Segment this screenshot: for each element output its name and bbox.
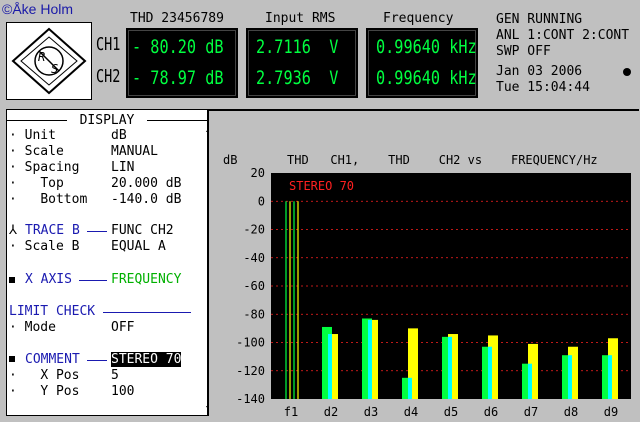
ch2-rms-value: 2.7936 V [256, 67, 339, 89]
frequency-header: Frequency [383, 11, 454, 26]
frequency-display: 0.99640 kHz 0.99640 kHz [366, 28, 478, 98]
setting-top[interactable]: · Top [9, 176, 64, 191]
y-tick-label: 0 [258, 194, 265, 208]
x-axis-label[interactable]: X AXIS [25, 272, 72, 287]
bar-overlap-d5 [448, 336, 452, 399]
setting-bottom-value[interactable]: -140.0 dB [111, 192, 181, 207]
rs-logo: R S [6, 22, 92, 100]
chart-annotation: STEREO 70 [289, 179, 354, 193]
setting-top-value[interactable]: 20.000 dB [111, 176, 181, 191]
bar-overlap-d7 [528, 363, 532, 399]
trace-b-value[interactable]: FUNC CH2 [111, 223, 174, 238]
ch2-freq-value: 0.99640 kHz [376, 67, 477, 89]
x-tick-label: d8 [564, 405, 578, 416]
x-axis-value[interactable]: FREQUENCY [111, 272, 181, 287]
date-display: Jan 03 2006 [496, 64, 583, 79]
limit-check-label[interactable]: LIMIT CHECK [9, 304, 95, 319]
x-tick-label: d5 [444, 405, 458, 416]
ch1-freq-value: 0.99640 kHz [376, 36, 477, 58]
chart-ylabel: dB [223, 153, 237, 167]
ch1-rms-value: 2.7116 V [256, 36, 339, 58]
ch1-thd-value: - 80.20 dB [132, 36, 224, 58]
y-tick-label: -20 [243, 223, 265, 237]
comment-label[interactable]: COMMENT [25, 352, 80, 367]
setting-scale-b[interactable]: · Scale B [9, 239, 79, 254]
setting-xpos[interactable]: · X Pos [9, 368, 79, 383]
x-tick-label: d9 [604, 405, 618, 416]
bar-overlap-d9 [608, 355, 612, 399]
comment-value[interactable]: STEREO 70 [111, 352, 182, 367]
x-tick-label: d2 [324, 405, 338, 416]
y-tick-label: -60 [243, 279, 265, 293]
setting-scale[interactable]: · Scale [9, 144, 64, 159]
y-tick-label: -120 [236, 364, 265, 378]
y-tick-label: 20 [251, 166, 265, 180]
thd-frequency-chart: dB THD CH1, THD CH2 vs FREQUENCY/Hz 20 0 -20… [207, 109, 639, 419]
trace-b-rule [87, 231, 107, 232]
svg-text:R: R [38, 50, 45, 64]
trace-b-label[interactable]: TRACE B [25, 223, 80, 238]
scale-b-value[interactable]: EQUAL A [111, 239, 166, 254]
generator-status: GEN RUNNING [496, 12, 583, 27]
svg-text:S: S [51, 62, 58, 76]
title-rule-left [7, 120, 67, 121]
bar-overlap-d8 [568, 355, 572, 399]
analyzer-status: ANL 1:CONT 2:CONT [496, 28, 630, 43]
x-axis-bullet-icon [9, 277, 15, 283]
comment-rule [87, 360, 107, 361]
y-tick-label: -40 [243, 251, 265, 265]
y-tick-label: -140 [236, 392, 265, 406]
comment-bullet-icon [9, 356, 15, 362]
bar-overlap-d4 [408, 377, 412, 399]
y-tick-label: -80 [243, 307, 265, 321]
x-axis-rule [79, 280, 107, 281]
trace-b-marker-icon: ⅄ [9, 223, 17, 238]
setting-scale-value[interactable]: MANUAL [111, 144, 158, 159]
setting-unit-value[interactable]: dB [111, 128, 127, 143]
setting-ypos[interactable]: · Y Pos [9, 384, 79, 399]
setting-mode[interactable]: · Mode [9, 320, 56, 335]
bar-overlap-d3 [368, 319, 372, 399]
thd-display: - 80.20 dB - 78.97 dB [126, 28, 238, 98]
x-tick-label: d6 [484, 405, 498, 416]
ch2-label: CH2 [96, 66, 121, 87]
thd-header: THD 23456789 [130, 11, 224, 26]
x-tick-label: d4 [404, 405, 418, 416]
time-display: Tue 15:04:44 [496, 80, 590, 95]
setting-unit[interactable]: · Unit [9, 128, 56, 143]
x-tick-label: f1 [284, 405, 298, 416]
bar-overlap-d2 [328, 334, 332, 399]
y-tick-label: -100 [236, 336, 265, 350]
ch1-label: CH1 [96, 34, 121, 55]
x-tick-label: d7 [524, 405, 538, 416]
chart-title: THD CH1, THD CH2 vs FREQUENCY/Hz [287, 153, 598, 167]
setting-spacing[interactable]: · Spacing [9, 160, 79, 175]
xpos-value[interactable]: 5 [111, 368, 119, 383]
sweep-status: SWP OFF [496, 44, 551, 59]
ypos-value[interactable]: 100 [111, 384, 134, 399]
x-tick-label: d3 [364, 405, 378, 416]
setting-spacing-value[interactable]: LIN [111, 160, 134, 175]
mode-value[interactable]: OFF [111, 320, 134, 335]
rms-display: 2.7116 V 2.7936 V [246, 28, 358, 98]
display-settings-panel: DISPLAY · Unit dB · Scale MANUAL · Spaci… [6, 109, 213, 416]
title-rule-right [147, 120, 207, 121]
ch2-thd-value: - 78.97 dB [132, 67, 224, 89]
author-credit: ©Åke Holm [2, 1, 73, 17]
setting-bottom[interactable]: · Bottom [9, 192, 87, 207]
bar-overlap-d6 [488, 346, 492, 399]
rms-header: Input RMS [265, 11, 336, 26]
limit-check-rule [103, 312, 191, 313]
status-dot-icon [623, 68, 631, 76]
